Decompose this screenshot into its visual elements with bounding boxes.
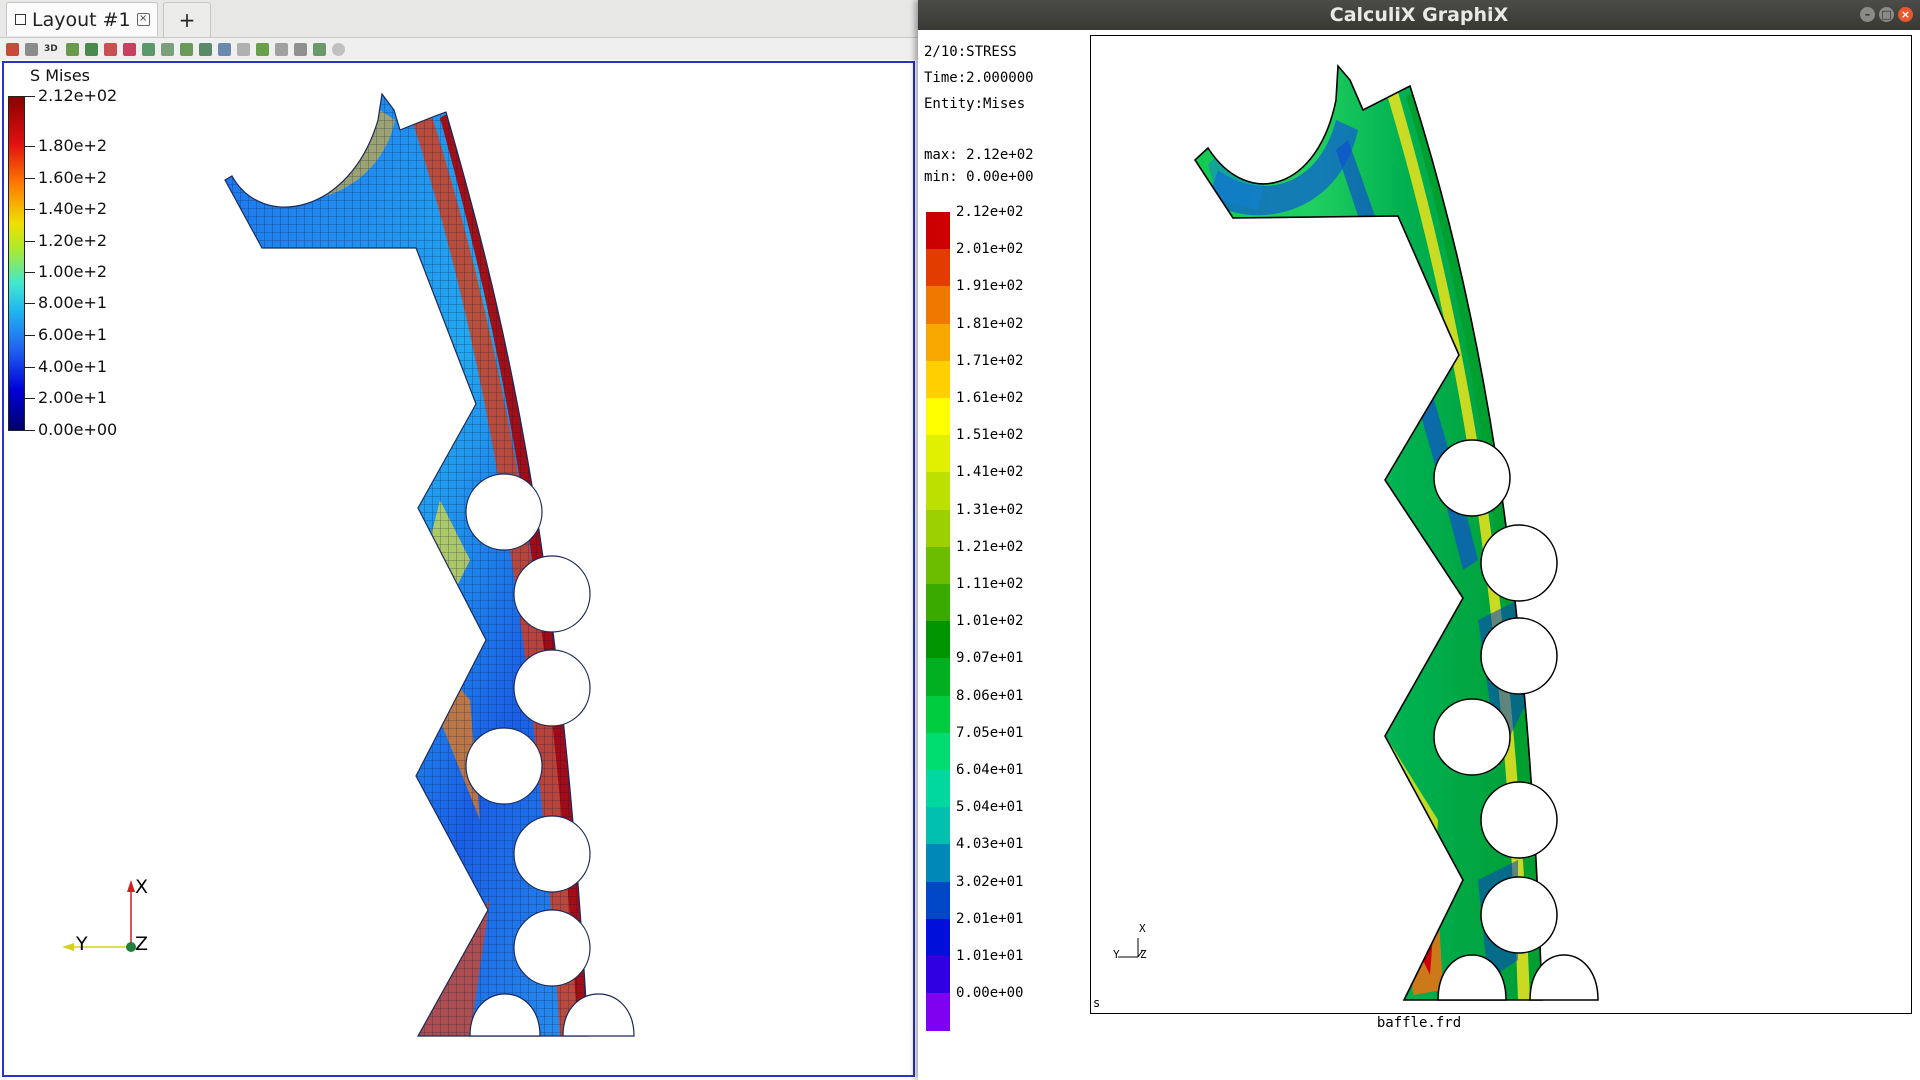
calculix-graphix-window: CalculiX GraphiX – □ × 2/10:STRESS Time:…: [918, 0, 1920, 1080]
mesh-plot: [62, 93, 635, 1037]
axis-x-label-right: X: [1139, 922, 1146, 935]
paraview-window: Layout #1 × + 3D S Mises 2.12e+02 1.80e+2…: [0, 0, 918, 1080]
file-name: baffle.frd: [1376, 1015, 1462, 1031]
axis-y-label: Y: [76, 933, 88, 955]
axis-y-label-right: Y: [1113, 948, 1120, 961]
axis-z-label-right: Z: [1140, 948, 1147, 961]
contour-plot: [1118, 65, 1599, 1001]
axis-x-label: X: [135, 876, 149, 898]
axis-z-label: Z: [135, 933, 149, 955]
orientation-axes-left: [62, 880, 136, 952]
corner-label: s: [1093, 996, 1101, 1010]
